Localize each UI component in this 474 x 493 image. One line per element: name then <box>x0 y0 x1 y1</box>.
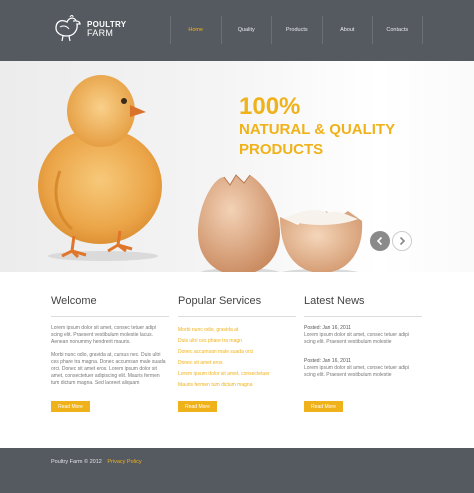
service-link[interactable]: Lorem ipsum dolor sit amet, consectetuer <box>178 369 296 380</box>
news-item: Posted: Jan 16, 2011 Lorem ipsum dolor s… <box>304 325 422 346</box>
nav-quality[interactable]: Quality <box>220 16 272 44</box>
chevron-right-icon <box>399 236 406 246</box>
eggs-image <box>198 174 363 272</box>
divider <box>51 316 169 317</box>
services-read-more-button[interactable]: Read More <box>178 401 217 412</box>
nav-about[interactable]: About <box>321 16 373 44</box>
welcome-text-1: Lorem ipsum dolor sit amet, consec tetue… <box>51 325 157 345</box>
copyright-text: Poultry Farm © 2012 <box>51 459 102 465</box>
nav-home[interactable]: Home <box>170 16 221 44</box>
logo[interactable]: POULTRY FARM <box>51 11 141 45</box>
divider <box>178 316 296 317</box>
service-link[interactable]: Mauris fermen tum dictum magna <box>178 380 296 391</box>
nav-contacts[interactable]: Contacts <box>372 16 423 44</box>
services-title: Popular Services <box>178 295 262 307</box>
hero-line1: 100% <box>239 93 301 120</box>
welcome-read-more-button[interactable]: Read More <box>51 401 90 412</box>
hero-line2: NATURAL & QUALITY <box>239 121 396 138</box>
news-column: Latest News Posted: Jan 16, 2011 Lorem i… <box>304 294 422 386</box>
service-link[interactable]: Morbi nunc odio, gravida at <box>178 325 296 336</box>
news-item: Posted: Jan 16, 2011 Lorem ipsum dolor s… <box>304 358 422 379</box>
services-column: Popular Services Morbi nunc odio, gravid… <box>178 294 296 391</box>
hero-headline: 100% NATURAL & QUALITY PRODUCTS <box>239 94 395 160</box>
main-nav: Home Quality Products About Contacts <box>170 16 423 44</box>
hero-banner: 100% NATURAL & QUALITY PRODUCTS <box>0 61 474 272</box>
news-date: Posted: Jan 16, 2011 <box>304 358 351 364</box>
slider-prev-button[interactable] <box>370 231 390 251</box>
welcome-column: Welcome Lorem ipsum dolor sit amet, cons… <box>51 294 169 387</box>
service-link[interactable]: Donec accumsan male suada orci <box>178 347 296 358</box>
service-link[interactable]: Duis ultri ces phare tra magn <box>178 336 296 347</box>
chevron-left-icon <box>376 236 383 246</box>
privacy-policy-link[interactable]: Privacy Policy <box>107 459 141 465</box>
site-header: POULTRY FARM Home Quality Products About… <box>0 0 474 61</box>
footer-text: Poultry Farm © 2012 Privacy Policy <box>51 459 142 465</box>
news-date: Posted: Jan 16, 2011 <box>304 325 351 331</box>
service-link[interactable]: Donec sit amet eros <box>178 358 296 369</box>
site-footer: Poultry Farm © 2012 Privacy Policy <box>0 448 474 493</box>
hen-logo-icon <box>55 15 81 42</box>
slider-next-button[interactable] <box>392 231 412 251</box>
logo-text: POULTRY FARM <box>87 20 126 38</box>
hero-line3: PRODUCTS <box>239 141 324 158</box>
welcome-title: Welcome <box>51 295 97 307</box>
welcome-text-2: Morbi nunc odio, gravida at, cursus nec.… <box>51 352 166 386</box>
chick-image <box>38 75 162 261</box>
logo-line2: FARM <box>87 28 114 38</box>
nav-products[interactable]: Products <box>271 16 322 44</box>
news-title: Latest News <box>304 295 365 307</box>
news-text: Lorem ipsum dolor sit amet, consec tetue… <box>304 365 410 378</box>
divider <box>304 316 422 317</box>
news-text: Lorem ipsum dolor sit amet, consec tetue… <box>304 332 410 345</box>
news-read-more-button[interactable]: Read More <box>304 401 343 412</box>
